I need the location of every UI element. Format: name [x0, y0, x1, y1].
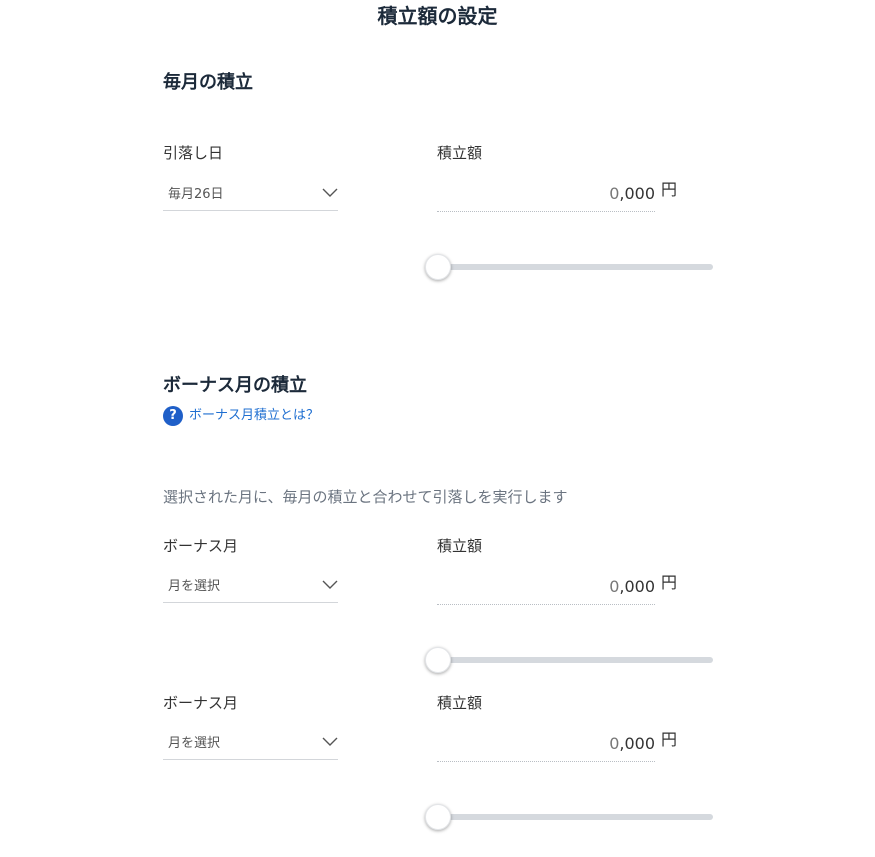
bonus-help-link-text: ボーナス月積立とは？ [189, 408, 320, 423]
withdrawal-date-select[interactable]: 毎月26日 [163, 180, 338, 211]
bonus-help-link[interactable]: ? ボーナス月積立とは？ [163, 406, 319, 426]
withdrawal-date-label: 引落し日 [163, 144, 224, 162]
monthly-amount-input[interactable]: 0,000 [437, 177, 655, 212]
bonus-amount-input[interactable]: 0,000 [437, 570, 655, 605]
bonus-amount-unit: 円 [661, 573, 678, 592]
bonus-month-select[interactable]: 月を選択 [163, 572, 338, 603]
bonus-amount-value: 0,000 [609, 734, 655, 753]
bonus-month-select[interactable]: 月を選択 [163, 729, 338, 760]
monthly-amount-unit: 円 [661, 180, 678, 199]
question-circle-icon: ? [163, 406, 183, 426]
bonus-amount-value: 0,000 [609, 577, 655, 596]
bonus-amount-slider[interactable] [425, 802, 715, 832]
bonus-amount-label: 積立額 [437, 537, 483, 555]
bonus-month-value: 月を選択 [168, 736, 221, 751]
chevron-down-icon [322, 737, 338, 746]
bonus-amount-slider[interactable] [425, 645, 715, 675]
slider-track [435, 264, 713, 270]
monthly-amount-label: 積立額 [437, 144, 483, 162]
bonus-section-title: ボーナス月の積立 [163, 375, 307, 396]
slider-thumb[interactable] [425, 254, 451, 280]
bonus-note: 選択された月に、毎月の積立と合わせて引落しを実行します [163, 488, 568, 506]
bonus-month-label: ボーナス月 [163, 537, 239, 555]
page-title: 積立額の設定 [377, 4, 498, 28]
slider-thumb[interactable] [425, 804, 451, 830]
bonus-amount-label: 積立額 [437, 694, 483, 712]
withdrawal-date-value: 毎月26日 [168, 187, 224, 202]
chevron-down-icon [322, 580, 338, 589]
chevron-down-icon [322, 188, 338, 197]
bonus-month-label: ボーナス月 [163, 694, 239, 712]
slider-track [435, 814, 713, 820]
bonus-month-value: 月を選択 [168, 579, 221, 594]
slider-thumb[interactable] [425, 647, 451, 673]
monthly-section-title: 毎月の積立 [163, 72, 253, 93]
bonus-amount-unit: 円 [661, 730, 678, 749]
slider-track [435, 657, 713, 663]
monthly-amount-value: 0,000 [609, 184, 655, 203]
bonus-amount-input[interactable]: 0,000 [437, 727, 655, 762]
monthly-amount-slider[interactable] [425, 252, 715, 282]
